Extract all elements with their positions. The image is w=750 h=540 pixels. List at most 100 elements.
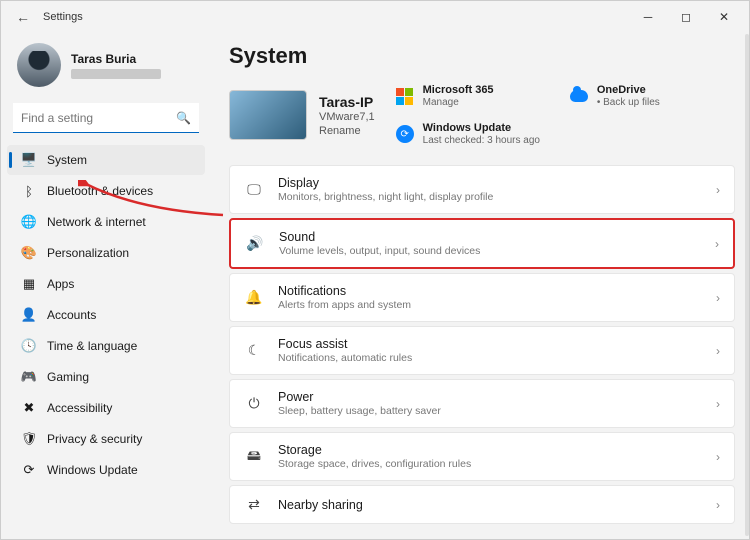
setting-power-icon: ⏻ (244, 395, 264, 412)
setting-nearby-sharing[interactable]: ⇄ Nearby sharing › (229, 485, 735, 524)
microsoft365-icon (395, 86, 415, 106)
profile-block[interactable]: Taras Buria (7, 37, 205, 101)
page-title: System (229, 43, 735, 69)
scrollbar[interactable] (745, 34, 749, 536)
sidebar-item-time-language[interactable]: 🕓 Time & language (7, 331, 205, 361)
quick-windows-update[interactable]: ⟳ Windows Update Last checked: 3 hours a… (395, 117, 735, 151)
sidebar-item-label: Accounts (47, 308, 96, 322)
sidebar-item-gaming-icon: 🎮 (21, 369, 37, 385)
setting-sound-icon: 🔊 (245, 235, 265, 252)
sidebar-item-label: Apps (47, 277, 74, 291)
setting-title: Power (278, 390, 702, 404)
quick-links: Microsoft 365 Manage OneDrive • Back up … (395, 79, 735, 151)
sidebar-item-label: Bluetooth & devices (47, 184, 153, 198)
profile-name: Taras Buria (71, 52, 161, 66)
chevron-right-icon: › (716, 344, 720, 358)
setting-title: Nearby sharing (278, 498, 702, 512)
setting-title: Storage (278, 443, 702, 457)
sidebar-item-accessibility-icon: ✖ (21, 400, 37, 416)
setting-power[interactable]: ⏻ PowerSleep, battery usage, battery save… (229, 379, 735, 428)
quick-microsoft365[interactable]: Microsoft 365 Manage (395, 79, 561, 113)
settings-list: 🖵 DisplayMonitors, brightness, night ligh… (229, 165, 735, 524)
avatar (17, 43, 61, 87)
setting-notifications[interactable]: 🔔 NotificationsAlerts from apps and syste… (229, 273, 735, 322)
sidebar-item-gaming[interactable]: 🎮 Gaming (7, 362, 205, 392)
sidebar-item-label: Time & language (47, 339, 137, 353)
setting-storage[interactable]: 🖴 StorageStorage space, drives, configura… (229, 432, 735, 481)
minimize-button[interactable]: ─ (629, 3, 667, 31)
pc-thumbnail (229, 90, 307, 140)
sidebar-item-system-icon: 🖥️ (21, 152, 37, 168)
pc-model: VMware7,1 (319, 111, 375, 123)
sidebar: Taras Buria 🔍 🖥️ System ᛒ Bluetooth & devic… (1, 33, 211, 539)
sidebar-item-label: Network & internet (47, 215, 146, 229)
sidebar-item-apps[interactable]: ▦ Apps (7, 269, 205, 299)
sidebar-item-label: Privacy & security (47, 432, 142, 446)
sidebar-item-system[interactable]: 🖥️ System (7, 145, 205, 175)
setting-title: Focus assist (278, 337, 702, 351)
back-button[interactable]: ← (9, 3, 37, 31)
quick-onedrive[interactable]: OneDrive • Back up files (569, 79, 735, 113)
sidebar-item-accessibility[interactable]: ✖ Accessibility (7, 393, 205, 423)
search-input[interactable] (21, 111, 176, 125)
sidebar-item-personalization-icon: 🎨 (21, 245, 37, 261)
chevron-right-icon: › (716, 397, 720, 411)
chevron-right-icon: › (716, 450, 720, 464)
sidebar-item-bluetooth-icon: ᛒ (21, 184, 37, 199)
search-icon: 🔍 (176, 111, 191, 125)
setting-subtitle: Sleep, battery usage, battery saver (278, 405, 702, 417)
onedrive-icon (569, 86, 589, 106)
sidebar-item-label: Windows Update (47, 463, 138, 477)
sidebar-item-network-icon: 🌐 (21, 214, 37, 230)
search-box[interactable]: 🔍 (13, 103, 199, 133)
maximize-button[interactable]: ◻ (667, 3, 705, 31)
sidebar-item-label: Gaming (47, 370, 89, 384)
sidebar-item-label: Personalization (47, 246, 129, 260)
profile-email-redacted (71, 69, 161, 79)
pc-card[interactable]: Taras-IP VMware7,1 Rename (229, 79, 375, 151)
chevron-right-icon: › (715, 237, 719, 251)
setting-display-icon: 🖵 (244, 181, 264, 198)
chevron-right-icon: › (716, 183, 720, 197)
system-top-row: Taras-IP VMware7,1 Rename (229, 79, 735, 151)
pc-rename-link[interactable]: Rename (319, 125, 375, 137)
setting-subtitle: Storage space, drives, configuration rul… (278, 458, 702, 470)
setting-sound[interactable]: 🔊 SoundVolume levels, output, input, soun… (229, 218, 735, 269)
main-content: System Taras-IP VMware7,1 Rename (211, 33, 749, 539)
sidebar-item-bluetooth[interactable]: ᛒ Bluetooth & devices (7, 176, 205, 206)
close-button[interactable]: ✕ (705, 3, 743, 31)
setting-storage-icon: 🖴 (244, 445, 264, 469)
sidebar-item-time-language-icon: 🕓 (21, 338, 37, 354)
settings-window: ← Settings ─ ◻ ✕ Taras Buria 🔍 🖥️ System ᛒ… (0, 0, 750, 540)
sidebar-item-windows-update[interactable]: ⟳ Windows Update (7, 455, 205, 485)
setting-nearby-sharing-icon: ⇄ (244, 496, 264, 513)
sidebar-item-windows-update-icon: ⟳ (21, 462, 37, 478)
setting-subtitle: Monitors, brightness, night light, displ… (278, 191, 702, 203)
windows-update-icon: ⟳ (395, 124, 415, 144)
sidebar-item-accounts[interactable]: 👤 Accounts (7, 300, 205, 330)
chevron-right-icon: › (716, 291, 720, 305)
setting-focus-assist-icon: ☾ (244, 342, 264, 359)
setting-focus-assist[interactable]: ☾ Focus assistNotifications, automatic ru… (229, 326, 735, 375)
sidebar-item-label: System (47, 153, 87, 167)
sidebar-item-accounts-icon: 👤 (21, 307, 37, 323)
setting-title: Notifications (278, 284, 702, 298)
setting-subtitle: Volume levels, output, input, sound devi… (279, 245, 701, 257)
titlebar: ← Settings ─ ◻ ✕ (1, 1, 749, 33)
sidebar-item-personalization[interactable]: 🎨 Personalization (7, 238, 205, 268)
setting-display[interactable]: 🖵 DisplayMonitors, brightness, night ligh… (229, 165, 735, 214)
setting-notifications-icon: 🔔 (244, 289, 264, 306)
sidebar-nav: 🖥️ System ᛒ Bluetooth & devices 🌐 Network & i… (7, 145, 205, 485)
sidebar-item-privacy-icon: 🛡 (21, 431, 37, 447)
setting-title: Sound (279, 230, 701, 244)
chevron-right-icon: › (716, 498, 720, 512)
pc-name: Taras-IP (319, 94, 375, 110)
setting-subtitle: Alerts from apps and system (278, 299, 702, 311)
sidebar-item-label: Accessibility (47, 401, 112, 415)
setting-title: Display (278, 176, 702, 190)
sidebar-item-apps-icon: ▦ (21, 276, 37, 292)
app-title: Settings (43, 11, 83, 23)
setting-subtitle: Notifications, automatic rules (278, 352, 702, 364)
sidebar-item-network[interactable]: 🌐 Network & internet (7, 207, 205, 237)
sidebar-item-privacy[interactable]: 🛡 Privacy & security (7, 424, 205, 454)
